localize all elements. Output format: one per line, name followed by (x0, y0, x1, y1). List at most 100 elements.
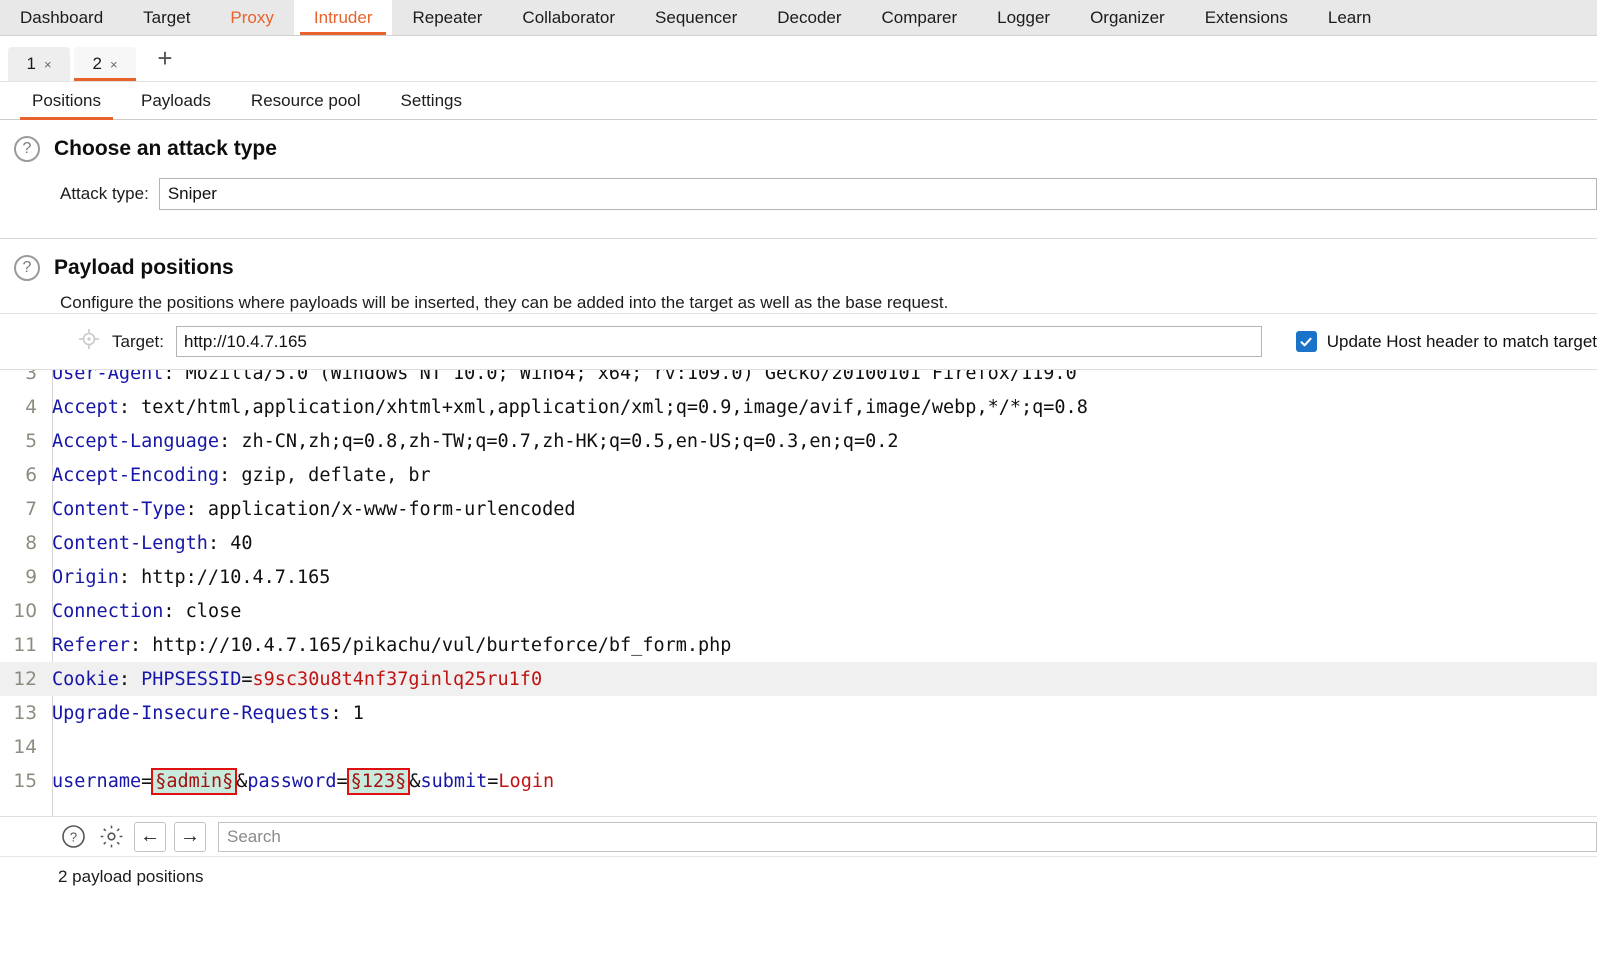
request-line-text[interactable]: Accept-Language: zh-CN,zh;q=0.8,zh-TW;q=… (46, 431, 899, 452)
line-number: 14 (13, 736, 37, 758)
question-mark-icon[interactable]: ? (14, 255, 40, 281)
request-line-text[interactable]: Cookie: PHPSESSID=s9sc30u8t4nf37ginlq25r… (46, 669, 542, 690)
navigate-forward-button[interactable]: → (174, 821, 206, 852)
sub-tab-label: Positions (32, 90, 101, 110)
request-line[interactable]: 12 Cookie: PHPSESSID=s9sc30u8t4nf37ginlq2… (0, 662, 1597, 696)
add-attack-tab-button[interactable]: + (148, 42, 182, 76)
payload-positions-heading-row: ? Payload positions (0, 239, 1597, 287)
nav-tab-collaborator[interactable]: Collaborator (502, 0, 635, 35)
attack-type-select[interactable]: Sniper (158, 178, 1597, 210)
request-line[interactable]: 3 User-Agent: Mozilla/5.0 (Windows NT 10.… (0, 370, 1597, 390)
request-line-text[interactable]: Origin: http://10.4.7.165 (46, 567, 330, 588)
nav-tab-label: Logger (997, 7, 1051, 27)
request-line[interactable]: 11 Referer: http://10.4.7.165/pikachu/vul… (0, 628, 1597, 662)
sub-tab-resource-pool[interactable]: Resource pool (231, 82, 381, 119)
nav-tab-decoder[interactable]: Decoder (757, 0, 861, 35)
request-token: PHPSESSID (141, 668, 242, 690)
search-input[interactable]: Search (218, 821, 1597, 852)
nav-tab-label: Dashboard (20, 7, 104, 27)
line-number: 11 (13, 634, 37, 656)
nav-tab-learn[interactable]: Learn (1308, 0, 1391, 35)
close-icon[interactable]: × (110, 58, 118, 71)
request-token: Content-Length (52, 532, 208, 554)
crosshair-icon (78, 328, 100, 355)
payload-position-marker[interactable]: §admin§ (151, 767, 238, 795)
nav-tab-comparer[interactable]: Comparer (862, 0, 978, 35)
request-line-text[interactable]: Upgrade-Insecure-Requests: 1 (46, 703, 364, 724)
line-number: 10 (13, 600, 37, 622)
update-host-header-row[interactable]: Update Host header to match target (1295, 331, 1597, 352)
nav-tab-logger[interactable]: Logger (977, 0, 1070, 35)
section-title-attack-type: Choose an attack type (54, 137, 277, 160)
nav-tab-organizer[interactable]: Organizer (1070, 0, 1185, 35)
update-host-header-checkbox[interactable] (1295, 331, 1317, 352)
request-token: : http://10.4.7.165/pikachu/vul/burtefor… (129, 634, 732, 656)
attack-tab-label: 1 (26, 54, 36, 73)
attack-tab-2[interactable]: 2 × (74, 47, 136, 81)
nav-tab-dashboard[interactable]: Dashboard (0, 0, 123, 35)
choose-attack-type-section: ? Choose an attack type Attack type: Sni… (0, 120, 1597, 239)
request-token: : text/html,application/xhtml+xml,applic… (118, 396, 1088, 418)
close-icon[interactable]: × (44, 58, 52, 71)
navigate-back-button[interactable]: ← (134, 821, 166, 852)
nav-tab-sequencer[interactable]: Sequencer (635, 0, 757, 35)
request-line[interactable]: 9 Origin: http://10.4.7.165 (0, 560, 1597, 594)
request-token: : application/x-www-form-urlencoded (185, 498, 576, 520)
request-line[interactable]: 13 Upgrade-Insecure-Requests: 1 (0, 696, 1597, 730)
request-token: s9sc30u8t4nf37ginlq25ru1f0 (252, 668, 543, 690)
line-number: 15 (13, 770, 37, 792)
nav-tab-repeater[interactable]: Repeater (392, 0, 502, 35)
request-line[interactable]: 7 Content-Type: application/x-www-form-ur… (0, 492, 1597, 526)
attack-tab-1[interactable]: 1 × (8, 47, 70, 81)
request-line[interactable]: 14 (0, 730, 1597, 764)
question-mark-icon[interactable]: ? (58, 822, 88, 852)
request-line[interactable]: 5 Accept-Language: zh-CN,zh;q=0.8,zh-TW;q… (0, 424, 1597, 458)
sub-tab-payloads[interactable]: Payloads (121, 82, 231, 119)
request-line-text[interactable]: Accept-Encoding: gzip, deflate, br (46, 465, 431, 486)
request-line-text[interactable]: User-Agent: Mozilla/5.0 (Windows NT 10.0… (46, 370, 1077, 384)
sub-tab-settings[interactable]: Settings (381, 82, 482, 119)
main-navigation-bar: Dashboard Target Proxy Intruder Repeater Coll… (0, 0, 1597, 36)
attack-tab-strip: 1 × 2 × + (0, 36, 1597, 82)
request-token: : 1 (330, 702, 364, 724)
http-request-editor[interactable]: 3 User-Agent: Mozilla/5.0 (Windows NT 10.… (0, 369, 1597, 816)
request-line[interactable]: 8 Content-Length: 40 (0, 526, 1597, 560)
request-token: : (118, 668, 142, 690)
editor-toolbar: ? ← → Search (0, 816, 1597, 856)
request-token: = (487, 770, 499, 792)
payload-position-marker[interactable]: §123§ (346, 767, 411, 795)
request-line-text[interactable]: Accept: text/html,application/xhtml+xml,… (46, 397, 1088, 418)
request-line[interactable]: 15 username= §admin§ &password= §123§ &submit… (0, 764, 1597, 798)
nav-tab-proxy[interactable]: Proxy (210, 0, 293, 35)
request-line-text[interactable]: Content-Length: 40 (46, 533, 253, 554)
request-token: : close (163, 600, 242, 622)
nav-tab-label: Intruder (313, 7, 373, 27)
line-number: 4 (25, 396, 37, 418)
sub-tab-label: Payloads (140, 90, 211, 110)
request-line-text[interactable]: Referer: http://10.4.7.165/pikachu/vul/b… (46, 635, 731, 656)
request-token: username (52, 770, 142, 792)
nav-tab-label: Learn (1327, 7, 1372, 27)
nav-tab-intruder[interactable]: Intruder (293, 0, 393, 35)
nav-tab-label: Target (143, 7, 191, 27)
sub-tab-positions[interactable]: Positions (12, 82, 121, 120)
line-number: 6 (25, 464, 37, 486)
nav-tab-label: Proxy (230, 7, 274, 27)
question-mark-icon[interactable]: ? (14, 136, 40, 162)
target-url-input[interactable]: http://10.4.7.165 (175, 326, 1262, 357)
request-token: Connection (52, 600, 164, 622)
nav-tab-target[interactable]: Target (123, 0, 210, 35)
request-token: password (247, 770, 337, 792)
request-code-area[interactable]: 3 User-Agent: Mozilla/5.0 (Windows NT 10.… (0, 370, 1597, 798)
nav-tab-extensions[interactable]: Extensions (1185, 0, 1308, 35)
nav-tab-label: Repeater (412, 7, 483, 27)
request-line[interactable]: 10 Connection: close (0, 594, 1597, 628)
request-line-text[interactable]: Content-Type: application/x-www-form-url… (46, 499, 575, 520)
request-token: = (241, 668, 253, 690)
request-line[interactable]: 4 Accept: text/html,application/xhtml+xml… (0, 390, 1597, 424)
request-line-text[interactable]: username= §admin§ &password= §123§ &submit=L… (46, 767, 554, 795)
request-token: Accept (52, 396, 119, 418)
gear-icon[interactable] (96, 822, 126, 852)
request-line[interactable]: 6 Accept-Encoding: gzip, deflate, br (0, 458, 1597, 492)
request-line-text[interactable]: Connection: close (46, 601, 241, 622)
